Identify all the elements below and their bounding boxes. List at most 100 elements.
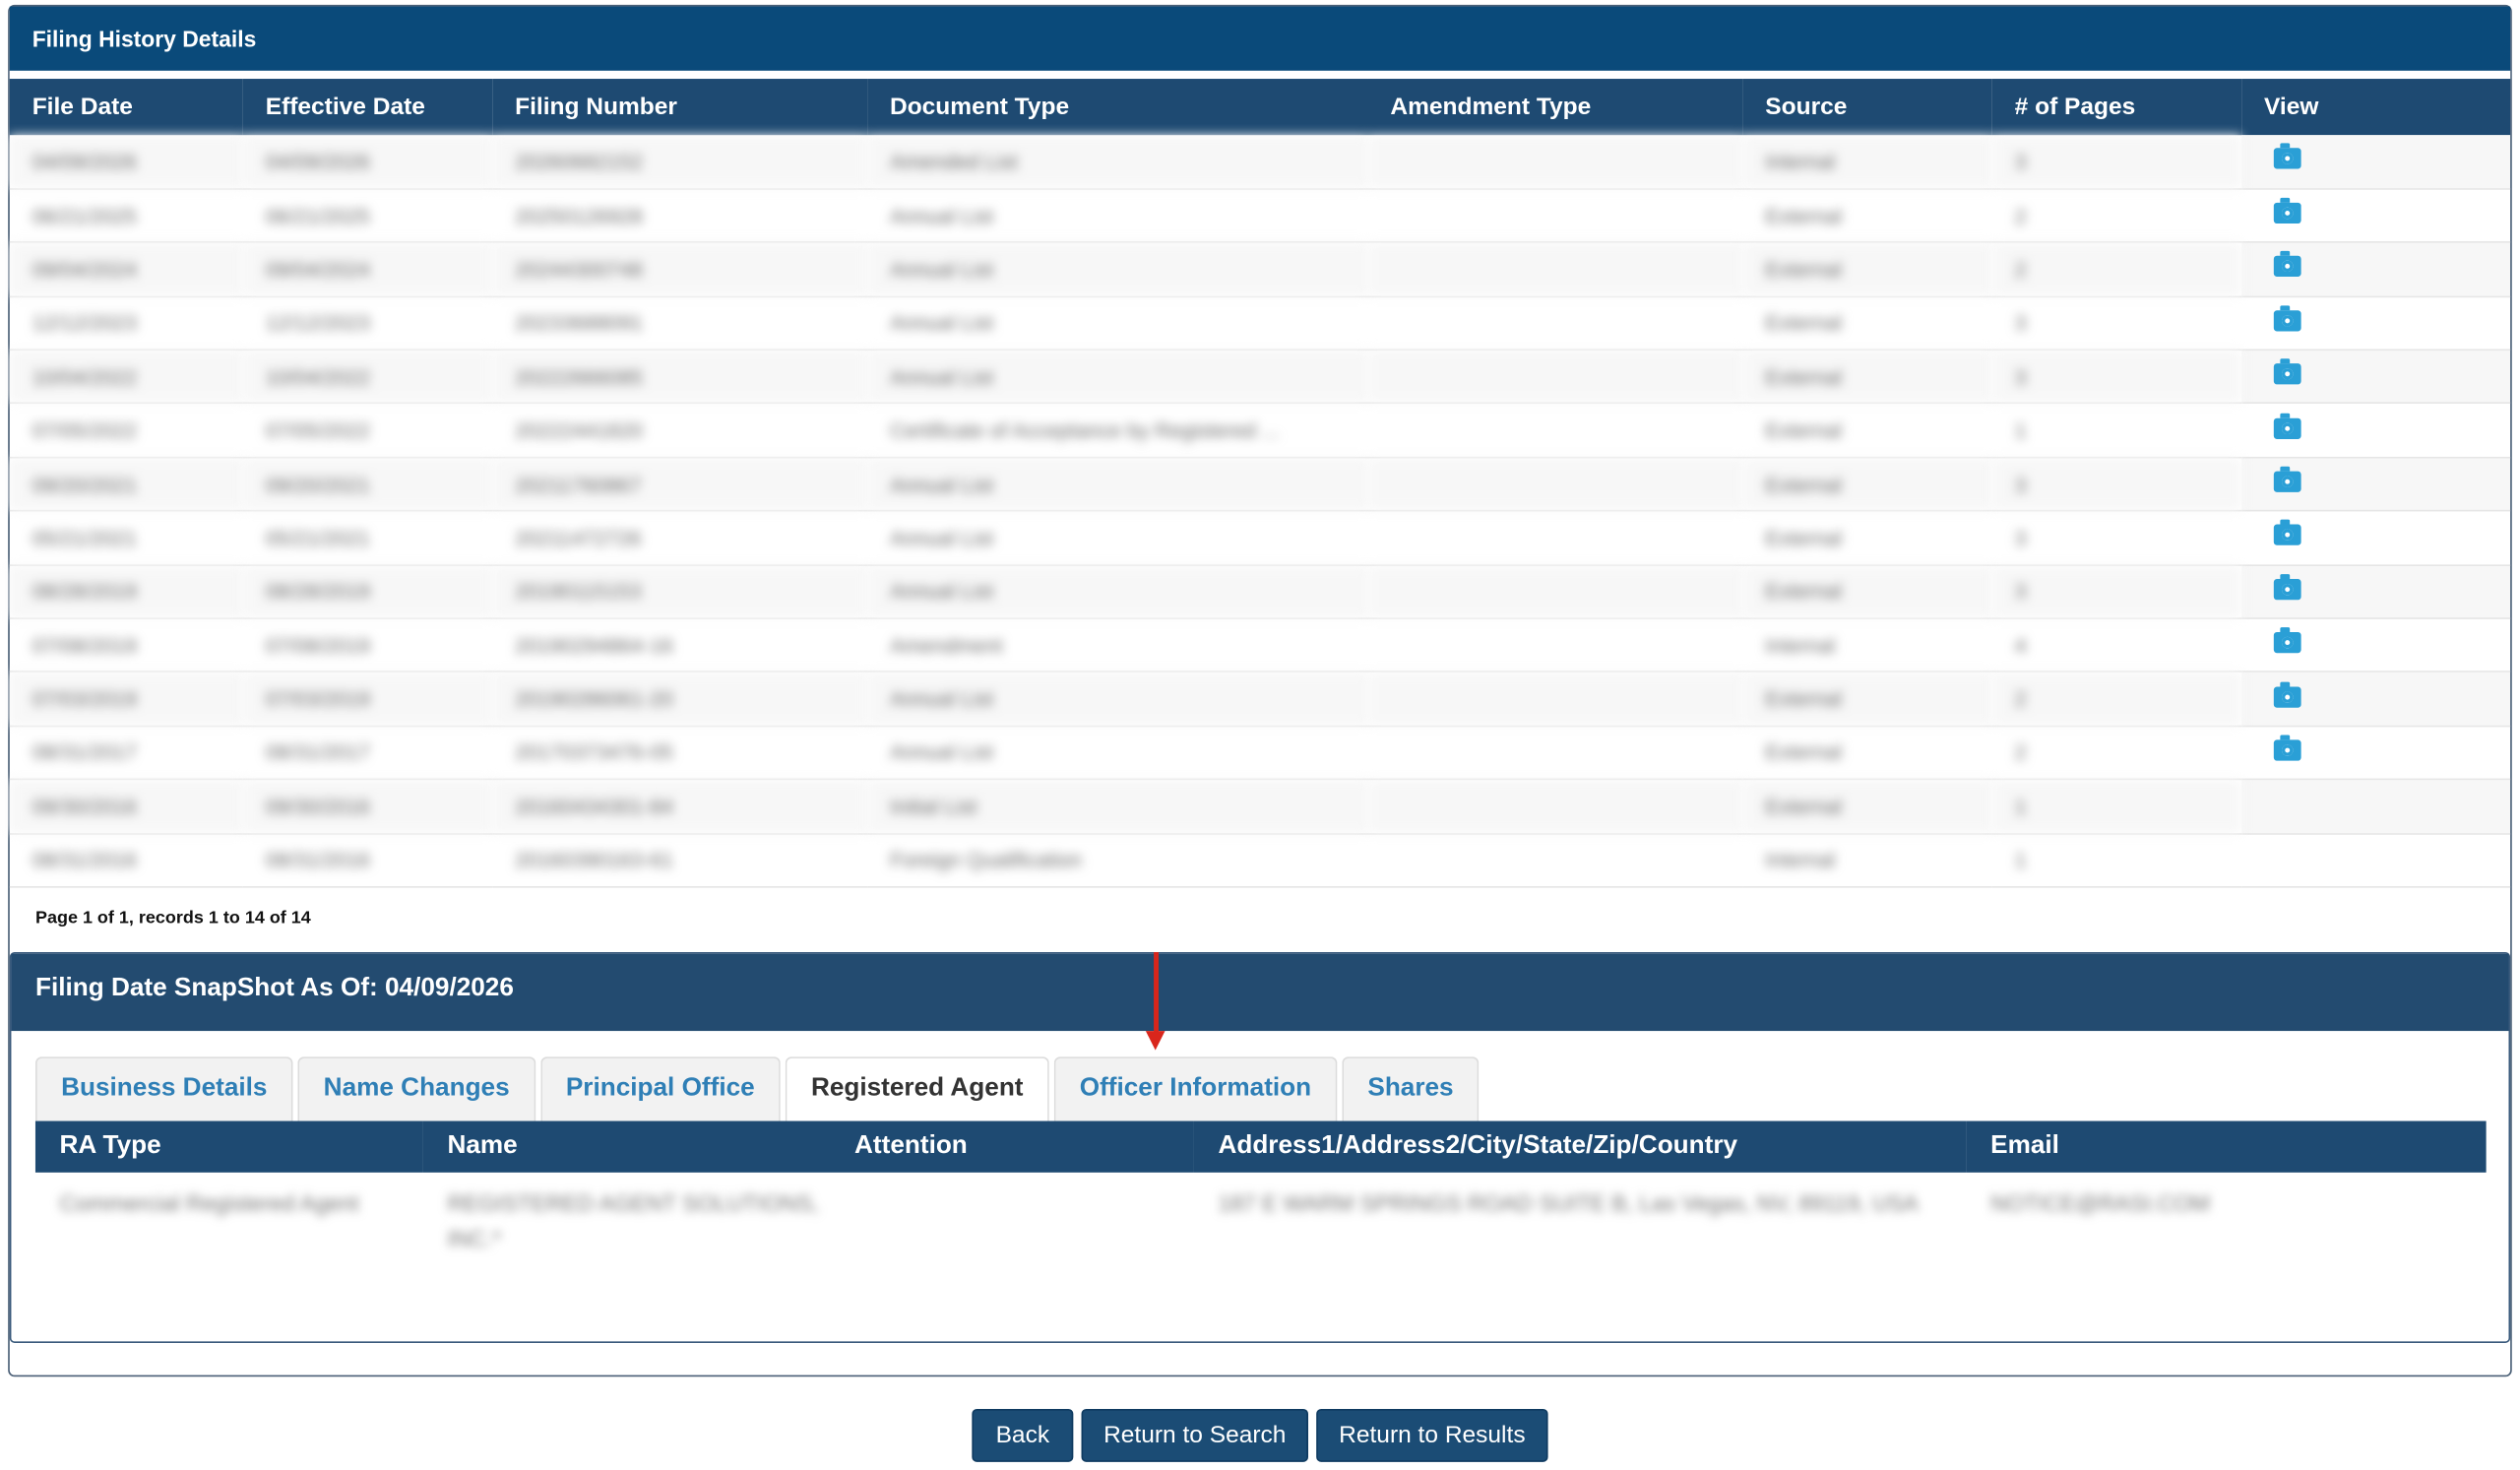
pages-cell: 3 [1991, 295, 2242, 352]
source-cell: External [1742, 403, 1992, 459]
file-date-cell: 09/30/2016 [9, 779, 243, 835]
effective-date-cell: 07/05/2022 [242, 403, 493, 459]
ra-name-cell: REGISTERED AGENT SOLUTIONS, INC.* [447, 1189, 819, 1251]
filing-number-cell: 20190286061-20 [492, 671, 868, 728]
col-effective-date[interactable]: Effective Date [242, 79, 493, 136]
tab-business-details[interactable]: Business Details [34, 1056, 293, 1121]
source-cell: External [1742, 188, 1992, 244]
amendment-type-cell [1367, 618, 1743, 673]
table-row: 10/04/2022 10/04/2022 20222666085 Annual Li… [9, 350, 2511, 405]
file-date-cell: 10/04/2022 [9, 350, 243, 405]
pages-cell: 2 [1991, 188, 2242, 244]
amendment-type-cell [1367, 242, 1743, 297]
return-to-search-button[interactable]: Return to Search [1081, 1408, 1309, 1462]
file-date-cell: 08/31/2017 [9, 726, 243, 781]
effective-date-cell: 05/21/2021 [242, 511, 493, 566]
table-row: 09/20/2021 09/20/2021 20211760867 Annual Li… [9, 457, 2511, 512]
filing-number-cell: 20244300748 [492, 242, 868, 297]
table-row: 07/08/2019 07/08/2019 20190294864-16 Amendm… [9, 618, 2511, 673]
document-type-cell: Annual List [867, 242, 1368, 297]
filing-number-cell: 20190115153 [492, 564, 868, 619]
ra-header-row: RA Type Name Attention Address1/Address2… [34, 1120, 2487, 1173]
camera-icon[interactable] [2273, 413, 2301, 439]
source-cell: External [1742, 779, 1992, 835]
source-cell: External [1742, 511, 1992, 566]
filing-number-cell: 20211760867 [492, 457, 868, 512]
amendment-type-cell [1367, 295, 1743, 352]
col-amendment-type[interactable]: Amendment Type [1367, 79, 1743, 136]
camera-icon[interactable] [2273, 198, 2301, 224]
table-row: 06/21/2025 06/21/2025 20250126928 Annual Li… [9, 188, 2511, 244]
view-cell [2241, 188, 2511, 244]
col-file-date[interactable]: File Date [9, 79, 243, 136]
source-cell: External [1742, 242, 1992, 297]
file-date-cell: 08/31/2016 [9, 833, 243, 888]
col-filing-number[interactable]: Filing Number [492, 79, 868, 136]
table-row: 08/28/2019 08/28/2019 20190115153 Annual Li… [9, 564, 2511, 619]
return-to-results-button[interactable]: Return to Results [1316, 1408, 1548, 1462]
document-type-cell: Annual List [867, 457, 1368, 512]
document-type-cell: Certificate of Acceptance by Registered … [867, 403, 1368, 459]
tab-principal-office[interactable]: Principal Office [539, 1056, 781, 1121]
ra-col-email: Email [1966, 1120, 2487, 1173]
effective-date-cell: 09/20/2021 [242, 457, 493, 512]
back-button[interactable]: Back [972, 1408, 1074, 1462]
filing-number-cell: 20160390163-61 [492, 833, 868, 888]
pages-cell: 3 [1991, 564, 2242, 619]
camera-icon[interactable] [2273, 680, 2301, 708]
document-type-cell: Annual List [867, 671, 1368, 728]
pages-cell: 3 [1991, 457, 2242, 512]
camera-icon[interactable] [2273, 144, 2301, 170]
view-cell [2241, 779, 2511, 835]
col-pages[interactable]: # of Pages [1991, 79, 2242, 136]
filing-history-title: Filing History Details [9, 6, 2511, 71]
tab-shares[interactable]: Shares [1342, 1056, 1480, 1121]
tab-officer-information[interactable]: Officer Information [1053, 1056, 1338, 1121]
filing-number-cell: 20160434301-84 [492, 779, 868, 835]
filing-number-cell: 20222441820 [492, 403, 868, 459]
ra-col-attention: Attention [830, 1120, 1194, 1173]
view-cell [2241, 726, 2511, 781]
camera-icon[interactable] [2273, 305, 2301, 332]
effective-date-cell: 06/21/2025 [242, 188, 493, 244]
source-cell: Internal [1742, 135, 1992, 190]
camera-icon[interactable] [2273, 520, 2301, 546]
view-cell [2241, 242, 2511, 297]
table-row: 12/12/2023 12/12/2023 20233688091 Annual Li… [9, 295, 2511, 352]
table-row: 08/31/2016 08/31/2016 20160390163-61 Foreig… [9, 833, 2511, 888]
amendment-type-cell [1367, 726, 1743, 781]
tab-registered-agent[interactable]: Registered Agent [785, 1056, 1049, 1121]
amendment-type-cell [1367, 188, 1743, 244]
source-cell: External [1742, 295, 1992, 352]
table-row: 04/09/2026 04/09/2026 20260682152 Amended L… [9, 135, 2511, 190]
file-date-cell: 05/21/2021 [9, 511, 243, 566]
document-type-cell: Initial List [867, 779, 1368, 835]
file-date-cell: 12/12/2023 [9, 295, 243, 352]
ra-row: Commercial Registered Agent REGISTERED A… [35, 1173, 2487, 1256]
document-type-cell: Annual List [867, 188, 1368, 244]
camera-icon[interactable] [2273, 735, 2301, 761]
filing-number-cell: 20260682152 [492, 135, 868, 190]
col-document-type[interactable]: Document Type [867, 79, 1368, 136]
view-cell [2241, 618, 2511, 673]
file-date-cell: 04/09/2026 [9, 135, 243, 190]
table-row: 07/03/2019 07/03/2019 20190286061-20 Annual… [9, 671, 2511, 728]
ra-attention-cell [831, 1173, 1194, 1256]
tab-name-changes[interactable]: Name Changes [297, 1056, 536, 1121]
camera-icon[interactable] [2273, 627, 2301, 654]
pages-cell: 2 [1991, 726, 2242, 781]
amendment-type-cell [1367, 350, 1743, 405]
col-source[interactable]: Source [1742, 79, 1992, 136]
file-date-cell: 07/08/2019 [9, 618, 243, 673]
effective-date-cell: 10/04/2022 [242, 350, 493, 405]
amendment-type-cell [1367, 403, 1743, 459]
camera-icon[interactable] [2273, 251, 2301, 278]
pager-summary: Page 1 of 1, records 1 to 14 of 14 [34, 908, 311, 928]
ra-col-type: RA Type [34, 1120, 423, 1173]
camera-icon[interactable] [2273, 466, 2301, 492]
camera-icon[interactable] [2273, 573, 2301, 600]
snapshot-panel: Filing Date SnapShot As Of: 04/09/2026 B… [9, 952, 2511, 1343]
camera-icon[interactable] [2273, 358, 2301, 385]
view-cell [2241, 350, 2511, 405]
source-cell: Internal [1742, 833, 1992, 888]
